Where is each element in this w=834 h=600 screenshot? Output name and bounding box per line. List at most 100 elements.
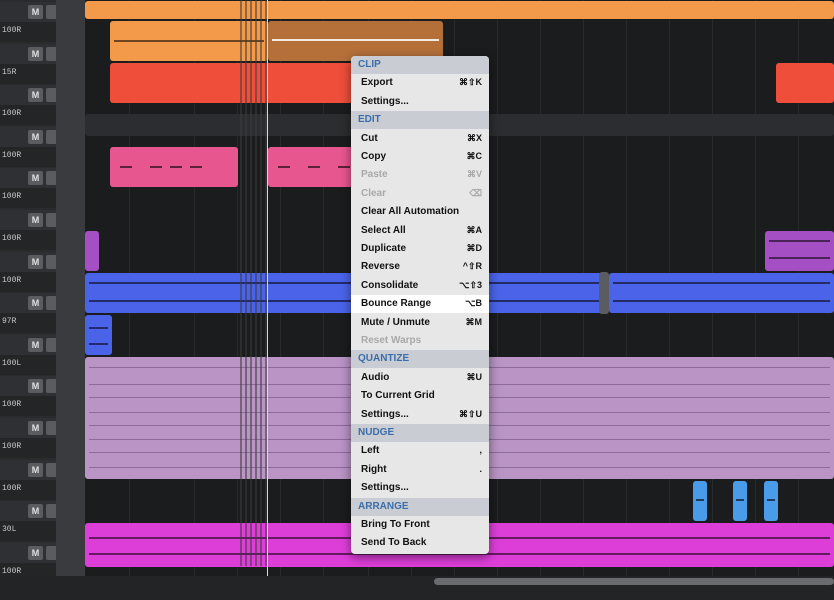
menu-item-label: Bring To Front <box>361 519 430 530</box>
mute-button[interactable]: M <box>28 213 43 227</box>
menu-section-clip: CLIP <box>351 56 489 74</box>
track-color-column <box>56 291 85 333</box>
menu-item-shortcut: ⌥⇧3 <box>459 279 482 290</box>
track-control-row: M <box>0 251 61 272</box>
track-volume-label: 100R <box>2 26 22 35</box>
blue-clip[interactable] <box>85 273 603 313</box>
menu-item-shortcut: ⌘⇧U <box>458 408 482 419</box>
menu-item-bring-to-front[interactable]: Bring To Front <box>351 516 489 534</box>
mute-button[interactable]: M <box>28 129 43 144</box>
menu-item-label: Copy <box>361 151 386 162</box>
menu-item-copy[interactable]: Copy ⌘C <box>351 148 489 166</box>
track-color-column <box>56 83 85 125</box>
menu-item-label: Paste <box>361 169 388 181</box>
menu-item-settings[interactable]: Settings... <box>351 93 489 111</box>
menu-item-label: Right <box>361 463 387 475</box>
menu-item-label: Settings... <box>361 482 409 494</box>
menu-item-label: Clear All Automation <box>361 206 460 218</box>
menu-item-audio[interactable]: Audio ⌘U <box>351 369 489 387</box>
menu-item-mute-unmute[interactable]: Mute / Unmute ⌘M <box>351 314 489 332</box>
menu-item-reverse[interactable]: Reverse ^⇧R <box>351 258 489 276</box>
menu-section-nudge: NUDGE <box>351 424 489 442</box>
blue-clip[interactable] <box>85 315 112 355</box>
mute-button[interactable]: M <box>28 337 43 352</box>
track-volume-row: 100L <box>0 354 56 375</box>
mute-button[interactable]: M <box>28 171 43 186</box>
horizontal-scrollbar[interactable] <box>434 578 834 585</box>
menu-item-export[interactable]: Export ⌘⇧K <box>351 74 489 92</box>
menu-item-shortcut: ⌥B <box>465 298 482 309</box>
menu-item-shortcut: ⌘⇧K <box>458 77 482 88</box>
menu-item-shortcut: ⌘C <box>466 151 483 161</box>
track-lane[interactable] <box>85 0 834 20</box>
selection-marker <box>260 0 262 566</box>
mute-button[interactable]: M <box>28 545 43 560</box>
hit-clip[interactable] <box>764 481 778 521</box>
menu-item-clear-all-automation[interactable]: Clear All Automation <box>351 203 489 221</box>
midi-note <box>170 166 182 169</box>
track-color-column <box>56 416 85 458</box>
menu-item-label: Settings... <box>361 408 409 420</box>
menu-item-label: Consolidate <box>361 279 419 291</box>
track-control-row: M <box>0 542 61 563</box>
track-volume-label: 100R <box>2 234 22 243</box>
blue-clip[interactable] <box>609 273 834 313</box>
menu-item-send-to-back[interactable]: Send To Back <box>351 534 489 552</box>
red-clip[interactable] <box>776 63 834 103</box>
purple-clip[interactable] <box>85 231 99 271</box>
menu-item-shortcut: ⌫ <box>469 187 482 198</box>
menu-item-cut[interactable]: Cut ⌘X <box>351 130 489 148</box>
menu-item-label: Settings... <box>361 95 409 107</box>
waveform-line <box>89 343 108 345</box>
track-volume-row: 100R <box>0 22 56 42</box>
clip-divider <box>599 272 609 314</box>
menu-item-left[interactable]: Left, <box>351 442 489 460</box>
mute-button[interactable]: M <box>28 379 43 394</box>
track-color-column <box>56 124 85 167</box>
track-color-column <box>56 374 85 416</box>
mute-button[interactable]: M <box>28 254 43 269</box>
menu-item-duplicate[interactable]: Duplicate ⌘D <box>351 240 489 258</box>
menu-item-consolidate[interactable]: Consolidate ⌥⇧3 <box>351 277 489 295</box>
mute-button[interactable]: M <box>28 88 43 103</box>
track-volume-row: 100R <box>0 188 56 209</box>
mute-button[interactable]: M <box>28 296 43 311</box>
track-volume-label: 100R <box>2 192 22 202</box>
menu-item-settings[interactable]: Settings... <box>351 479 489 497</box>
waveform-line <box>769 239 830 242</box>
mute-button[interactable]: M <box>28 421 43 435</box>
menu-item-to-current-grid[interactable]: To Current Grid <box>351 387 489 405</box>
track-volume-row: 100R <box>0 105 56 126</box>
menu-item-label: To Current Grid <box>361 390 435 402</box>
mute-button[interactable]: M <box>28 504 43 519</box>
selected-clip[interactable] <box>268 21 443 61</box>
menu-section-header: EDIT <box>358 114 381 126</box>
track-color-column <box>56 208 85 250</box>
track-volume-label: 100R <box>2 483 22 493</box>
menu-item-label: Audio <box>361 371 390 383</box>
purple-clip[interactable] <box>765 231 834 271</box>
red-clip[interactable] <box>110 63 363 103</box>
menu-item-right[interactable]: Right. <box>351 461 489 479</box>
mute-button[interactable]: M <box>28 462 43 477</box>
menu-item-bounce-range[interactable]: Bounce Range ⌥B <box>351 295 489 314</box>
menu-item-settings[interactable]: Settings... ⌘⇧U <box>351 406 489 424</box>
track-volume-label: 15R <box>2 67 17 77</box>
orange-clip[interactable] <box>85 1 834 19</box>
menu-section-arrange: ARRANGE <box>351 497 489 516</box>
track-control-row: M <box>0 334 61 355</box>
track-volume-row: 100R <box>0 271 56 292</box>
menu-item-label: Reverse <box>361 261 400 273</box>
playhead[interactable] <box>267 0 268 576</box>
waveform-line <box>89 281 599 284</box>
hit-clip[interactable] <box>693 481 707 521</box>
track-color-column <box>56 332 85 375</box>
mute-button[interactable]: M <box>28 46 43 61</box>
track-control-row: M <box>0 126 61 147</box>
pink-clip[interactable] <box>110 147 238 187</box>
menu-item-shortcut: ⌘V <box>466 169 482 180</box>
track-control-row: M <box>0 210 61 230</box>
menu-item-select-all[interactable]: Select All ⌘A <box>351 222 489 240</box>
hit-clip[interactable] <box>733 481 747 521</box>
mute-button[interactable]: M <box>28 5 43 19</box>
